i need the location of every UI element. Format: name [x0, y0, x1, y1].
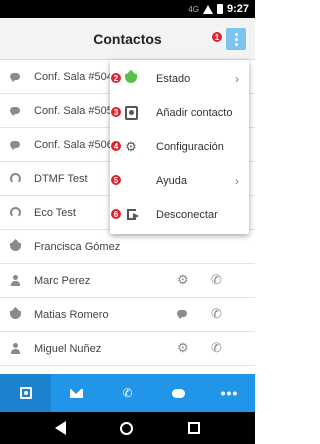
mail-icon	[70, 388, 83, 398]
menu-item-label: Añadir contacto	[156, 106, 233, 119]
contact-name: Conf. Sala #506	[34, 138, 113, 151]
person-icon	[10, 343, 20, 354]
menu-item-label: Estado	[156, 72, 191, 85]
chevron-right-icon: ›	[235, 173, 239, 188]
lotus-icon	[9, 310, 21, 319]
contacts-icon	[19, 387, 32, 399]
menu-item-desconectar[interactable]: Desconectar	[110, 198, 249, 231]
contact-name: Marc Perez	[34, 274, 91, 287]
chat-tab[interactable]	[153, 374, 204, 412]
signal-icon	[202, 4, 213, 14]
contact-name: Conf. Sala #504	[34, 70, 113, 83]
logout-icon	[126, 209, 139, 220]
phone-icon: ✆	[122, 386, 133, 400]
step-badge-3: 3	[110, 106, 122, 118]
page-title: Contactos	[93, 30, 162, 47]
headset-icon	[9, 173, 21, 184]
more-tab[interactable]: •••	[204, 374, 255, 412]
home-icon[interactable]	[120, 421, 134, 435]
recent-apps-icon[interactable]	[187, 422, 200, 434]
contact-row[interactable]: Francisca Gómez	[0, 230, 255, 264]
contact-row[interactable]: Matias Romero ✆	[0, 298, 255, 332]
gear-icon[interactable]: ⚙	[177, 340, 189, 356]
menu-item-configuracion[interactable]: ⚙ Configuración	[110, 130, 249, 163]
lotus-icon	[9, 242, 21, 251]
bottom-nav: ✆ •••	[0, 374, 255, 412]
back-icon[interactable]	[55, 421, 67, 435]
app-bar: Contactos 1	[0, 18, 255, 60]
step-badge-5: 5	[110, 174, 122, 186]
menu-item-anadir-contacto[interactable]: Añadir contacto	[110, 96, 249, 129]
contact-name: Conf. Sala #505	[34, 104, 113, 117]
contact-name: Eco Test	[34, 206, 76, 219]
menu-item-label: Desconectar	[156, 208, 218, 221]
phone-icon[interactable]: ✆	[211, 340, 222, 356]
contact-row[interactable]: Miguel Nuñez ⚙ ✆	[0, 332, 255, 366]
contact-name: Francisca Gómez	[34, 240, 121, 253]
calls-tab[interactable]: ✆	[102, 374, 153, 412]
menu-item-estado[interactable]: Estado ›	[110, 62, 249, 95]
contact-name: DTMF Test	[34, 172, 88, 185]
phone-icon[interactable]: ✆	[211, 306, 222, 322]
more-vert-icon[interactable]	[226, 28, 246, 50]
headset-icon	[9, 207, 21, 218]
contact-name: Miguel Nuñez	[34, 342, 102, 355]
network-indicator: 4G	[188, 4, 199, 14]
step-badge-1: 1	[211, 31, 223, 43]
clock: 9:27	[226, 3, 249, 15]
contact-name: Matias Romero	[34, 308, 109, 321]
chevron-right-icon: ›	[235, 71, 239, 86]
chat-bubble-icon	[10, 73, 20, 82]
chat-icon	[172, 388, 185, 398]
chat-icon[interactable]	[177, 310, 187, 319]
menu-item-label: Configuración	[156, 140, 224, 153]
status-bar: 4G 9:27	[0, 0, 255, 18]
contact-row[interactable]: Marc Perez ⚙ ✆	[0, 264, 255, 298]
step-badge-2: 2	[110, 72, 122, 84]
more-icon: •••	[220, 385, 239, 401]
menu-item-label: Ayuda	[156, 174, 187, 187]
menu-item-ayuda[interactable]: Ayuda ›	[110, 164, 249, 197]
contacts-tab[interactable]	[0, 374, 51, 412]
messages-tab[interactable]	[51, 374, 102, 412]
person-icon	[10, 275, 20, 286]
chat-bubble-icon	[10, 141, 20, 150]
system-nav-bar	[0, 412, 255, 444]
step-badge-6: 6	[110, 208, 122, 220]
status-lotus-icon	[125, 74, 137, 83]
gear-icon[interactable]: ⚙	[177, 272, 189, 288]
battery-icon	[216, 4, 223, 14]
phone-icon[interactable]: ✆	[211, 272, 222, 288]
add-contact-icon	[124, 105, 138, 120]
gears-icon: ⚙	[125, 139, 137, 154]
step-badge-4: 4	[110, 140, 122, 152]
chat-bubble-icon	[10, 107, 20, 116]
overflow-menu: Estado › Añadir contacto ⚙ Configuración…	[110, 60, 249, 234]
